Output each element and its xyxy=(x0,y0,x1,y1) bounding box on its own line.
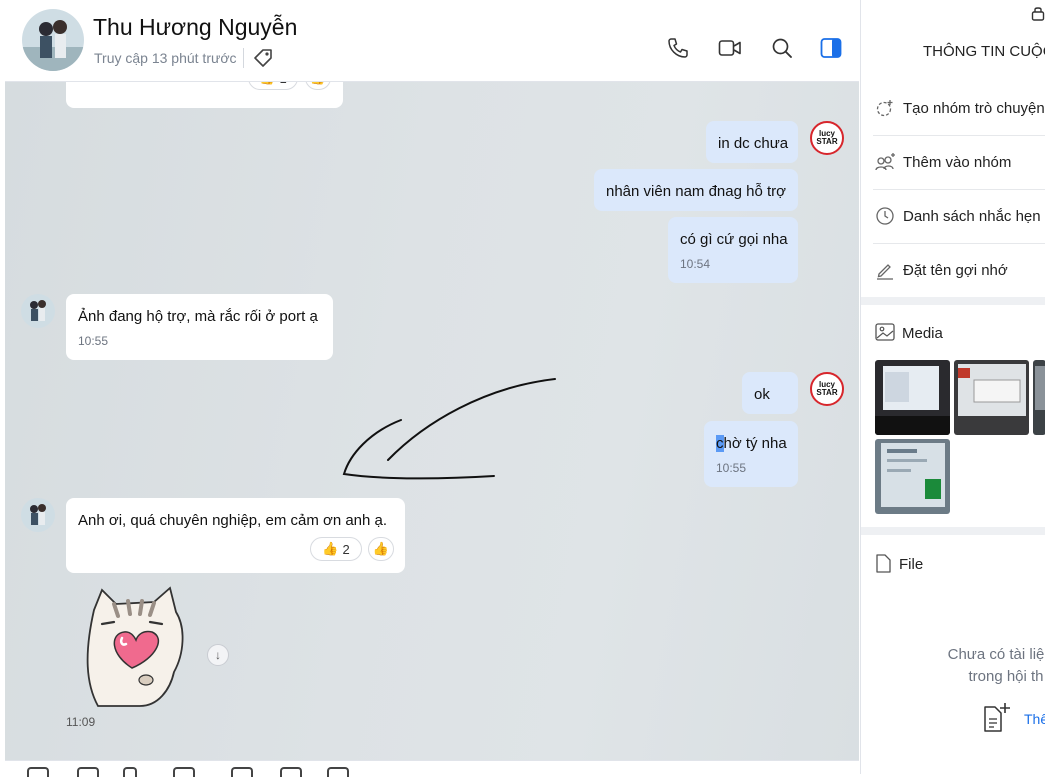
add-to-group-icon xyxy=(875,153,895,171)
sticker-time: 11:09 xyxy=(66,715,96,729)
media-icon xyxy=(875,323,895,341)
media-thumbnail[interactable] xyxy=(1033,360,1045,435)
message-bubble-incoming[interactable]: Anh ơi, quá chuyên nghiệp, em cảm ơn anh… xyxy=(66,498,405,573)
add-to-group-action[interactable]: Thêm vào nhóm xyxy=(873,136,1045,190)
media-section-title[interactable]: Media xyxy=(902,325,943,342)
search-icon[interactable] xyxy=(770,36,794,60)
header-separator xyxy=(243,48,244,68)
screenshot-icon[interactable] xyxy=(173,767,195,777)
image-icon[interactable] xyxy=(77,767,99,777)
create-group-action[interactable]: Tạo nhóm trò chuyện xyxy=(873,82,1045,136)
reminder-list-action[interactable]: Danh sách nhắc hẹn xyxy=(873,190,1045,244)
action-label: Thêm vào nhóm xyxy=(903,154,1012,171)
more-icon[interactable] xyxy=(327,767,349,777)
sidebar-toggle-icon[interactable] xyxy=(819,36,843,60)
sticker-icon[interactable] xyxy=(27,767,49,777)
action-label: Danh sách nhắc hẹn xyxy=(903,208,1041,225)
contact-name: Thu Hương Nguyễn xyxy=(93,14,298,40)
contact-avatar[interactable] xyxy=(22,9,84,71)
phone-icon[interactable] xyxy=(666,36,690,60)
conversation-info-panel: THÔNG TIN CUỘC Tạo nhóm trò chuyện Thêm … xyxy=(860,0,1045,774)
composer-toolbar xyxy=(5,760,859,777)
add-file-icon[interactable] xyxy=(982,701,1012,733)
empty-note-line: trong hội th xyxy=(968,668,1044,685)
thumbs-up-icon: 👍 xyxy=(372,541,390,556)
pencil-icon xyxy=(877,264,893,280)
set-nickname-action[interactable]: Đặt tên gợi nhớ xyxy=(873,244,1045,297)
media-thumbnail[interactable] xyxy=(875,360,950,435)
media-thumbnail[interactable] xyxy=(954,360,1029,435)
message-list[interactable]: 👍 1 👍 lucy STAR in dc chưa nhân viên nam… xyxy=(5,82,859,760)
add-reaction-button[interactable]: 👍 xyxy=(368,537,394,561)
media-thumbnail[interactable] xyxy=(875,439,950,514)
panel-title: THÔNG TIN CUỘC xyxy=(923,43,1045,60)
last-seen-status: Truy cập 13 phút trước xyxy=(94,50,237,66)
lock-icon xyxy=(1031,7,1045,21)
thumbs-up-emoji: 👍 xyxy=(322,541,339,556)
section-divider xyxy=(861,297,1045,305)
chat-header: Thu Hương Nguyễn Truy cập 13 phút trước xyxy=(5,0,859,82)
section-divider xyxy=(861,527,1045,535)
card-icon[interactable] xyxy=(231,767,253,777)
file-icon xyxy=(876,554,891,573)
action-label: Đặt tên gợi nhớ xyxy=(903,262,1008,279)
cat-heart-sticker[interactable] xyxy=(80,584,190,708)
add-file-link[interactable]: Thê xyxy=(1024,711,1045,727)
file-section-title[interactable]: File xyxy=(899,556,923,573)
message-text: Anh ơi, quá chuyên nghiệp, em cảm ơn anh… xyxy=(78,512,388,529)
download-icon[interactable]: ↓ xyxy=(207,644,229,666)
video-call-icon[interactable] xyxy=(718,36,742,60)
contact-avatar-small[interactable] xyxy=(21,498,55,532)
empty-files-note: Chưa có tài liệu c trong hội th xyxy=(936,644,1045,688)
action-label: Tạo nhóm trò chuyện xyxy=(903,100,1045,117)
attach-icon[interactable] xyxy=(123,767,137,777)
reaction-count: 2 xyxy=(342,541,350,557)
empty-note-line: Chưa có tài liệu c xyxy=(947,646,1045,663)
reaction-count-badge[interactable]: 👍 2 xyxy=(310,537,362,561)
create-group-icon xyxy=(876,100,893,117)
tag-icon[interactable] xyxy=(252,47,274,69)
format-icon[interactable] xyxy=(280,767,302,777)
clock-icon xyxy=(876,207,894,225)
